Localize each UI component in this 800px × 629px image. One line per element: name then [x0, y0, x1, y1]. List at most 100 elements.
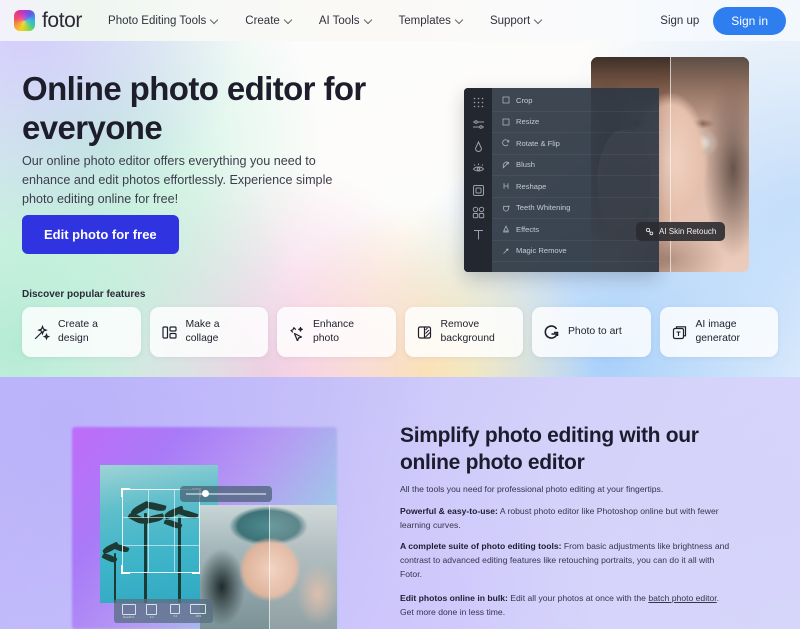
remove-background-icon [416, 324, 433, 341]
section2-paragraph-2: A complete suite of photo editing tools:… [400, 540, 735, 582]
site-header: fotor Photo Editing Tools Create AI Tool… [0, 0, 800, 41]
editor-menu-item-resize[interactable]: Resize [492, 112, 659, 133]
feature-label-line2: background [440, 333, 495, 344]
feature-label-line1: Create a [58, 319, 98, 331]
ratio-label: 1:1 [149, 614, 154, 619]
slider-knob[interactable] [202, 490, 209, 497]
nav-item-support[interactable]: Support [490, 15, 542, 27]
ratio-label: 16:9 [195, 614, 202, 619]
ratio-preset-freeform[interactable]: Freeform [119, 603, 138, 619]
menu-label: Teeth Whitening [516, 203, 571, 213]
feature-label-line1: Make a [185, 319, 220, 331]
resize-icon [502, 118, 510, 126]
shapes-icon[interactable] [472, 206, 485, 219]
edit-photo-for-free-button[interactable]: Edit photo for free [22, 215, 179, 254]
eye-icon[interactable] [472, 162, 485, 175]
chevron-down-icon [211, 17, 218, 24]
magic-wand-icon [33, 324, 51, 341]
feature-label-line2: collage [185, 333, 219, 344]
editor-menu-item-crop[interactable]: Crop [492, 90, 659, 112]
header-actions: Sign up Sign in [660, 6, 786, 35]
paragraph-bold-label: Powerful & easy-to-use: [400, 506, 498, 516]
collage-grid-icon [161, 324, 178, 341]
feature-card-make-a-collage[interactable]: Make a collage [149, 307, 268, 357]
nav-item-templates[interactable]: Templates [399, 15, 463, 27]
adjustment-slider[interactable] [180, 486, 272, 502]
teeth-icon [502, 204, 510, 212]
editor-menu-item-reshape[interactable]: Reshape [492, 176, 659, 198]
chevron-down-icon [456, 17, 463, 24]
nav-item-ai-tools[interactable]: AI Tools [319, 15, 372, 27]
sparkle-cursor-icon [288, 324, 305, 342]
crop-handle[interactable] [121, 488, 130, 497]
crop-icon [502, 96, 510, 104]
ratio-box-icon [190, 604, 207, 615]
menu-label: Rotate & Flip [516, 138, 560, 148]
feature-card-label: Create a design [58, 318, 98, 346]
nav-item-create[interactable]: Create [245, 15, 292, 27]
ratio-box-icon [121, 603, 136, 615]
frame-icon[interactable] [472, 184, 485, 197]
sign-up-link[interactable]: Sign up [660, 15, 699, 27]
feature-card-create-a-design[interactable]: Create a design [22, 307, 141, 357]
ratio-preset-3-4[interactable]: 3:4 [166, 604, 185, 618]
feature-label-line2: design [58, 333, 89, 344]
editor-menu-item-teeth-whitening[interactable]: Teeth Whitening [492, 198, 659, 219]
menu-label: Effects [516, 224, 540, 234]
menu-label: Resize [516, 117, 540, 127]
editor-menu-item-effects[interactable]: Effects [492, 219, 659, 241]
aspect-ratio-toolbar: Freeform 1:1 3:4 16:9 [114, 599, 213, 623]
logo[interactable]: fotor [14, 9, 82, 33]
feature-card-photo-to-art[interactable]: Photo to art [532, 307, 651, 357]
reshape-icon [502, 182, 510, 190]
editor-menu-item-blush[interactable]: Blush [492, 155, 659, 176]
section2-lead: All the tools you need for professional … [400, 484, 664, 494]
ratio-box-icon [170, 604, 181, 615]
collage-illustration: Freeform 1:1 3:4 16:9 [72, 427, 337, 629]
nav-item-photo-editing-tools[interactable]: Photo Editing Tools [108, 15, 218, 27]
section2-paragraph-3: Edit photos online in bulk: Edit all you… [400, 592, 735, 620]
crop-handle[interactable] [121, 565, 130, 574]
feature-card-label: AI image generator [696, 318, 740, 346]
feature-card-label: Enhance photo [313, 318, 354, 346]
sliders-icon[interactable] [472, 118, 485, 131]
ratio-preset-1-1[interactable]: 1:1 [142, 603, 161, 619]
ratio-label: Freeform [122, 614, 135, 619]
feature-card-label: Make a collage [186, 318, 220, 346]
text-icon[interactable] [472, 228, 485, 241]
portrait-before-after-split [268, 505, 337, 629]
feature-card-enhance-photo[interactable]: Enhance photo [277, 307, 396, 357]
grid-icon[interactable] [472, 96, 485, 109]
nav-label: Templates [398, 14, 451, 27]
feature-card-label: Photo to art [568, 325, 622, 339]
features-heading: Discover popular features [22, 289, 146, 300]
logo-text: fotor [42, 8, 83, 32]
feature-label-line1: Remove [440, 319, 480, 331]
fotor-logo-icon [14, 10, 35, 31]
fotor-landing-page: fotor Photo Editing Tools Create AI Tool… [0, 0, 800, 629]
feature-label-line1: AI image [695, 319, 737, 331]
effects-icon [502, 225, 510, 233]
paragraph-text: Edit all your photos at once with the [507, 593, 649, 603]
editor-menu-item-magic-remove[interactable]: Magic Remove [492, 241, 659, 262]
editor-panel: Crop Resize Rotate & Flip Blush Reshape [464, 88, 659, 272]
feature-label-line1: Photo to art [568, 326, 622, 338]
editor-menu-item-rotate-flip[interactable]: Rotate & Flip [492, 133, 659, 155]
editor-preview: Crop Resize Rotate & Flip Blush Reshape [464, 57, 749, 272]
magic-remove-icon [502, 247, 510, 255]
hero-subtitle: Our online photo editor offers everythin… [22, 154, 333, 207]
feature-card-remove-background[interactable]: Remove background [404, 307, 523, 357]
sign-in-button[interactable]: Sign in [713, 6, 786, 35]
portrait-icon[interactable] [472, 140, 485, 153]
features-row: Create a design Make a collage Enhance p… [22, 307, 778, 357]
feature-label-line1: Enhance [313, 319, 355, 331]
batch-photo-editor-link[interactable]: batch photo editor [648, 593, 716, 603]
ratio-preset-16-9[interactable]: 16:9 [189, 604, 208, 618]
paragraph-bold-label: A complete suite of photo editing tools: [400, 541, 562, 551]
chevron-down-icon [365, 17, 372, 24]
feature-label-line2: generator [695, 333, 740, 344]
ai-skin-retouch-tooltip[interactable]: AI Skin Retouch [636, 222, 726, 241]
slider-track [186, 493, 266, 495]
feature-card-ai-image-generator[interactable]: AI image generator [659, 307, 778, 357]
ai-skin-retouch-icon [645, 227, 654, 236]
